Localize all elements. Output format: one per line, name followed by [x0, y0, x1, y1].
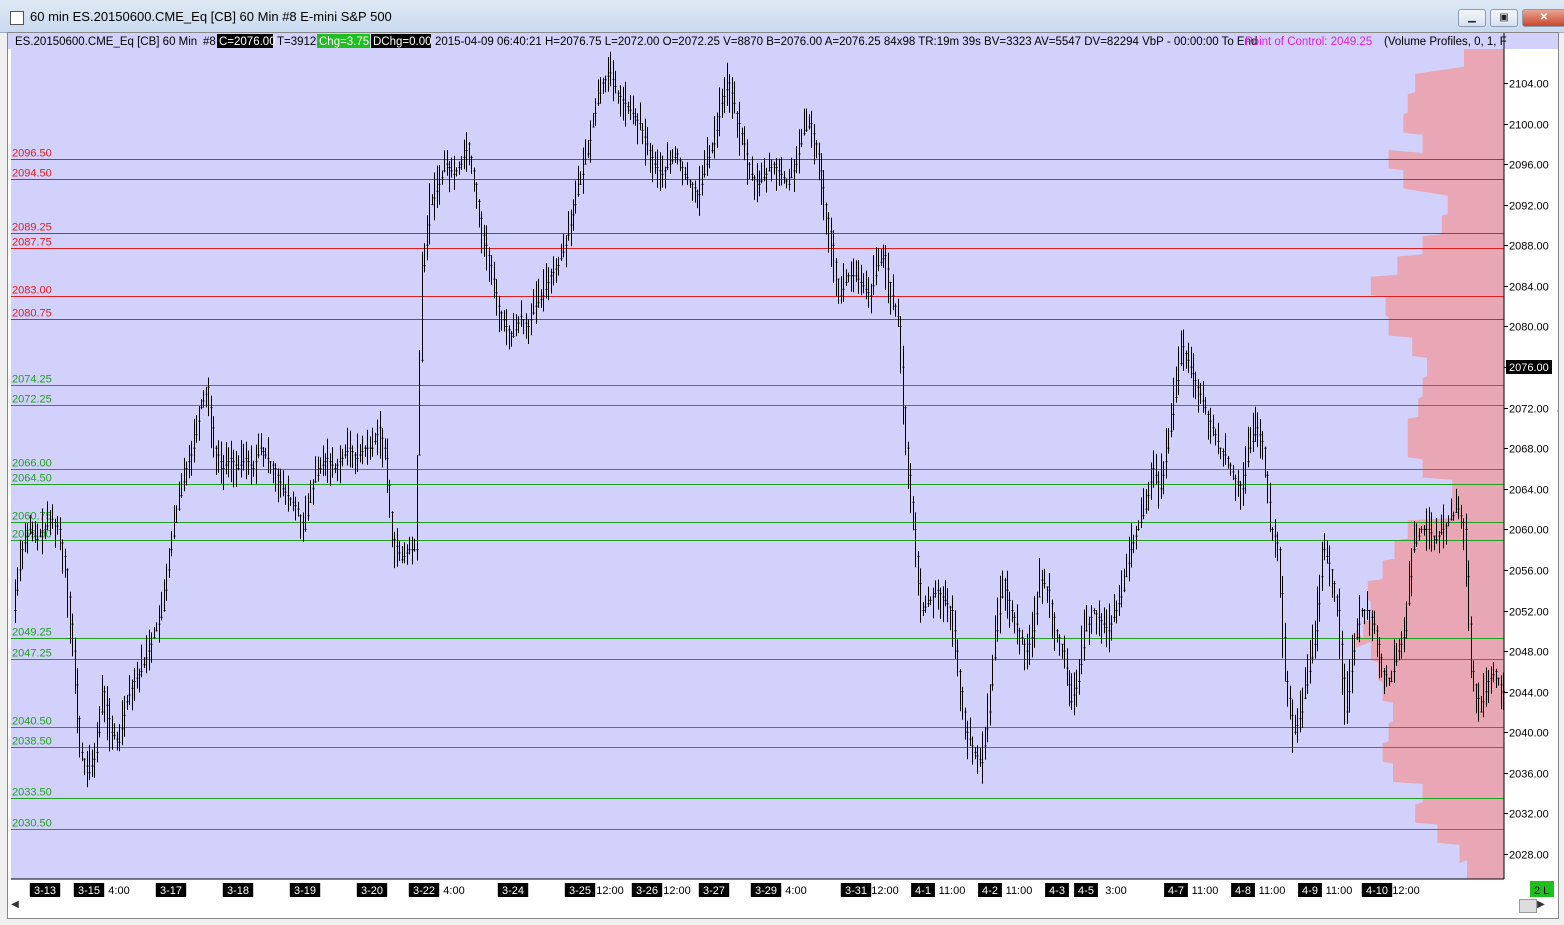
y-tick-label: 2052.00	[1509, 607, 1549, 619]
level-label: 2040.50	[12, 716, 52, 728]
x-tick-label: 3-22	[413, 885, 435, 897]
close-button[interactable]: ✕	[1522, 9, 1564, 27]
level-label: 2096.50	[12, 148, 52, 160]
x-tick-label: 3-13	[34, 885, 56, 897]
info-symbol: ES.20150600.CME_Eq [CB] 60 Min	[15, 36, 197, 48]
x-tick-label: 4:00	[785, 885, 806, 897]
price-scale[interactable]	[1505, 49, 1557, 879]
level-label: 2087.75	[12, 237, 52, 249]
level-label: 2094.50	[12, 168, 52, 180]
x-tick-label: 4-5	[1078, 885, 1094, 897]
y-tick-label: 2056.00	[1509, 566, 1549, 578]
x-tick-label: 11:00	[1326, 885, 1353, 897]
x-tick-label: 11:00	[939, 885, 966, 897]
x-tick-label: 3-15	[78, 885, 100, 897]
title-bar: 60 min ES.20150600.CME_Eq [CB] 60 Min #8…	[0, 0, 1564, 33]
x-tick-label: 3:00	[1105, 885, 1126, 897]
level-label: 2080.75	[12, 308, 52, 320]
x-tick-label: 3-31	[845, 885, 867, 897]
x-tick-label: 11:00	[1006, 885, 1033, 897]
x-tick-label: 4-1	[915, 885, 931, 897]
x-tick-label: 3-18	[227, 885, 249, 897]
level-label: 2060.75	[12, 511, 52, 523]
x-tick-label: 3-24	[502, 885, 524, 897]
y-tick-label: 2036.00	[1509, 769, 1549, 781]
scale-mode-label: 2 L	[1534, 885, 1549, 897]
x-tick-label: 3-19	[294, 885, 316, 897]
y-tick-label: 2104.00	[1509, 79, 1549, 91]
x-tick-label: 4-10	[1366, 885, 1388, 897]
level-label: 2072.25	[12, 394, 52, 406]
x-tick-label: 12:00	[663, 885, 691, 897]
x-tick-label: 4-8	[1235, 885, 1251, 897]
level-label: 2038.50	[12, 736, 52, 748]
x-tick-label: 12:00	[1392, 885, 1420, 897]
price-chart[interactable]: 2096.50 2094.50 2089.25 2087.75 2083.00 2080.…	[8, 33, 1558, 918]
x-tick-label: 4-7	[1168, 885, 1184, 897]
x-tick-label: 11:00	[1259, 885, 1286, 897]
scroll-right-arrow[interactable]: ▶	[1534, 898, 1548, 912]
y-tick-label: 2084.00	[1509, 282, 1549, 294]
point-of-control-label: Point of Control: 2049.25	[1245, 36, 1372, 48]
y-tick-label: 2032.00	[1509, 809, 1549, 821]
x-tick-label: 4:00	[108, 885, 129, 897]
x-tick-label: 4-3	[1049, 885, 1065, 897]
plot-area	[11, 35, 1504, 879]
y-tick-label: 2092.00	[1509, 201, 1549, 213]
y-tick-label: 2064.00	[1509, 485, 1549, 497]
y-tick-label: 2044.00	[1509, 688, 1549, 700]
x-tick-label: 3-27	[703, 885, 725, 897]
level-label: 2064.50	[12, 473, 52, 485]
x-tick-label: 11:00	[1192, 885, 1219, 897]
x-tick-label: 12:00	[596, 885, 624, 897]
scroll-left-arrow[interactable]: ◀	[8, 898, 22, 912]
last-price-label: 2076.00	[1509, 362, 1549, 374]
level-label: 2089.25	[12, 222, 52, 234]
window-title: 60 min ES.20150600.CME_Eq [CB] 60 Min #8…	[30, 9, 392, 24]
y-tick-label: 2080.00	[1509, 322, 1549, 334]
level-label: 2047.25	[12, 648, 52, 660]
info-bar-stats: 2015-04-09 06:40:21 H=2076.75 L=2072.00 …	[435, 36, 1257, 48]
level-label: 2066.00	[12, 458, 52, 470]
info-close-value: C=2076.00	[219, 36, 276, 48]
x-tick-label: 12:00	[871, 885, 899, 897]
y-tick-label: 2040.00	[1509, 728, 1549, 740]
app-icon	[10, 11, 24, 25]
level-label: 2033.50	[12, 787, 52, 799]
x-tick-label: 3-17	[160, 885, 182, 897]
y-tick-label: 2088.00	[1509, 241, 1549, 253]
level-label: 2049.25	[12, 627, 52, 639]
info-change: Chg=3.75	[319, 36, 369, 48]
x-tick-label: 4-2	[982, 885, 998, 897]
study-label: (Volume Profiles, 0, 1, F	[1384, 36, 1507, 48]
y-tick-label: 2028.00	[1509, 850, 1549, 862]
y-tick-label: 2096.00	[1509, 160, 1549, 172]
info-ticks: T=3912	[277, 36, 316, 48]
level-label: 2083.00	[12, 285, 52, 297]
x-tick-label: 4:00	[443, 885, 464, 897]
y-tick-label: 2072.00	[1509, 404, 1549, 416]
minimize-button[interactable]: ▁	[1458, 9, 1486, 27]
level-label: 2074.25	[12, 374, 52, 386]
x-tick-label: 3-25	[569, 885, 591, 897]
x-tick-label: 4-9	[1302, 885, 1318, 897]
x-tick-label: 3-29	[755, 885, 777, 897]
y-tick-label: 2068.00	[1509, 444, 1549, 456]
x-tick-label: 3-26	[636, 885, 658, 897]
y-tick-label: 2100.00	[1509, 120, 1549, 132]
level-label: 2030.50	[12, 818, 52, 830]
x-tick-label: 3-20	[361, 885, 383, 897]
y-tick-label: 2060.00	[1509, 525, 1549, 537]
info-bar-number: #8	[203, 36, 216, 48]
y-tick-label: 2048.00	[1509, 647, 1549, 659]
info-day-change: DChg=0.00	[373, 36, 432, 48]
chart-window: 2096.50 2094.50 2089.25 2087.75 2083.00 2080.…	[7, 32, 1559, 919]
maximize-button[interactable]: ▣	[1490, 9, 1518, 27]
